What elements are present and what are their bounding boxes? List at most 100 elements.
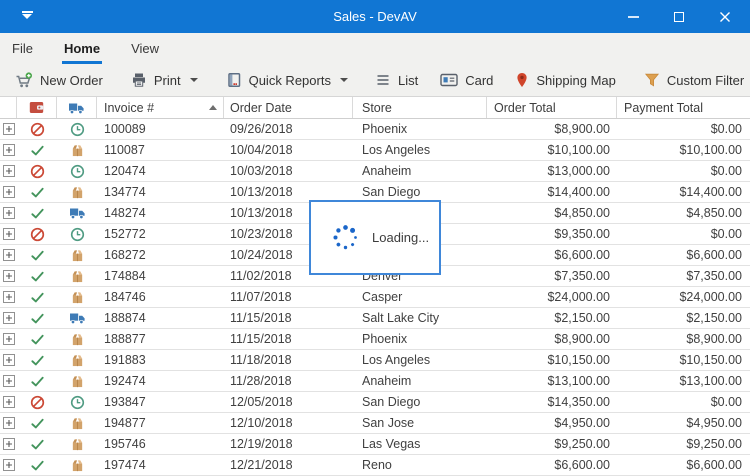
- cell-invoice: 197474: [97, 455, 224, 475]
- toolbar-button-label: Custom Filter: [667, 73, 744, 88]
- expand-row-button[interactable]: [3, 249, 15, 261]
- cell-order-total: $4,850.00: [487, 203, 617, 223]
- expand-row-button[interactable]: [3, 417, 15, 429]
- cell-expand: [0, 119, 17, 139]
- block-icon: [30, 122, 45, 137]
- cell-payment-status: [17, 224, 57, 244]
- toolbar-button-label: New Order: [40, 73, 103, 88]
- expand-row-button[interactable]: [3, 165, 15, 177]
- cell-store: San Diego: [353, 392, 487, 412]
- expand-row-button[interactable]: [3, 291, 15, 303]
- menu-item-view[interactable]: View: [129, 33, 161, 64]
- minimize-button[interactable]: [610, 0, 656, 33]
- expand-row-button[interactable]: [3, 354, 15, 366]
- column-header-label: Order Date: [230, 101, 292, 115]
- expand-row-button[interactable]: [3, 438, 15, 450]
- table-row[interactable]: 19747412/21/2018Reno$6,600.00$6,600.00: [0, 455, 750, 476]
- cell-expand: [0, 224, 17, 244]
- expand-row-button[interactable]: [3, 207, 15, 219]
- block-icon: [30, 227, 45, 242]
- expand-row-button[interactable]: [3, 123, 15, 135]
- close-button[interactable]: [702, 0, 748, 33]
- cell-expand: [0, 434, 17, 454]
- minimize-icon: [628, 16, 639, 18]
- expand-row-button[interactable]: [3, 270, 15, 282]
- cell-store: Los Angeles: [353, 350, 487, 370]
- clock-icon: [70, 395, 85, 410]
- header-invoice[interactable]: Invoice #: [97, 97, 224, 118]
- table-row[interactable]: 19574612/19/2018Las Vegas$9,250.00$9,250…: [0, 434, 750, 455]
- table-row[interactable]: 12047410/03/2018Anaheim$13,000.00$0.00: [0, 161, 750, 182]
- cell-order-date: 10/13/2018: [224, 182, 353, 202]
- maximize-icon: [674, 12, 684, 22]
- header-order-total[interactable]: Order Total: [487, 97, 617, 118]
- check-icon: [30, 332, 45, 347]
- expand-row-button[interactable]: [3, 396, 15, 408]
- clock-icon: [70, 164, 85, 179]
- cell-order-date: 10/03/2018: [224, 161, 353, 181]
- cell-payment-status: [17, 119, 57, 139]
- cell-shipping-status: [57, 266, 97, 286]
- cell-payment-status: [17, 161, 57, 181]
- column-header-label: Invoice #: [104, 101, 154, 115]
- header-expand-column[interactable]: [0, 97, 17, 118]
- expand-row-button[interactable]: [3, 375, 15, 387]
- table-row[interactable]: 18887411/15/2018Salt Lake City$2,150.00$…: [0, 308, 750, 329]
- cell-invoice: 184746: [97, 287, 224, 307]
- expand-row-button[interactable]: [3, 312, 15, 324]
- custom-filter-button[interactable]: Custom Filter: [633, 67, 750, 94]
- print-button[interactable]: Print: [120, 67, 209, 94]
- check-icon: [30, 248, 45, 263]
- cell-invoice: 192474: [97, 371, 224, 391]
- toolbar-button-label: List: [398, 73, 418, 88]
- table-row[interactable]: 10008909/26/2018Phoenix$8,900.00$0.00: [0, 119, 750, 140]
- maximize-button[interactable]: [656, 0, 702, 33]
- list-button[interactable]: List: [365, 67, 429, 94]
- expand-row-button[interactable]: [3, 186, 15, 198]
- check-icon: [30, 311, 45, 326]
- cell-expand: [0, 140, 17, 160]
- wallet-icon: [29, 101, 44, 114]
- box-icon: [70, 332, 85, 346]
- cell-payment-status: [17, 371, 57, 391]
- cell-store: Phoenix: [353, 119, 487, 139]
- header-order-date[interactable]: Order Date: [224, 97, 353, 118]
- cell-order-date: 10/04/2018: [224, 140, 353, 160]
- header-store[interactable]: Store: [353, 97, 487, 118]
- cell-store: Los Angeles: [353, 140, 487, 160]
- table-row[interactable]: 19487712/10/2018San Jose$4,950.00$4,950.…: [0, 413, 750, 434]
- cell-invoice: 148274: [97, 203, 224, 223]
- header-shipping-status[interactable]: [57, 97, 97, 118]
- card-button[interactable]: Card: [429, 67, 504, 94]
- box-icon: [70, 185, 85, 199]
- shipping-map-button[interactable]: Shipping Map: [504, 67, 627, 94]
- table-row[interactable]: 19247411/28/2018Anaheim$13,100.00$13,100…: [0, 371, 750, 392]
- table-row[interactable]: 18887711/15/2018Phoenix$8,900.00$8,900.0…: [0, 329, 750, 350]
- expand-row-button[interactable]: [3, 228, 15, 240]
- clock-icon: [70, 227, 85, 242]
- cell-expand: [0, 308, 17, 328]
- table-row[interactable]: 19384712/05/2018San Diego$14,350.00$0.00: [0, 392, 750, 413]
- cell-payment-status: [17, 182, 57, 202]
- header-payment-status[interactable]: [17, 97, 57, 118]
- new-order-button[interactable]: New Order: [4, 67, 114, 94]
- quick-reports-button[interactable]: Quick Reports: [215, 67, 359, 94]
- check-icon: [30, 353, 45, 368]
- expand-row-button[interactable]: [3, 144, 15, 156]
- header-payment-total[interactable]: Payment Total: [617, 97, 750, 118]
- table-row[interactable]: 19188311/18/2018Los Angeles$10,150.00$10…: [0, 350, 750, 371]
- cell-order-date: 12/10/2018: [224, 413, 353, 433]
- menu-item-home[interactable]: Home: [62, 33, 102, 64]
- menu-item-file[interactable]: File: [10, 33, 35, 64]
- cell-shipping-status: [57, 392, 97, 412]
- loading-panel: Loading...: [309, 200, 441, 275]
- expand-row-button[interactable]: [3, 333, 15, 345]
- menu-bar: File Home View: [0, 33, 750, 64]
- cell-shipping-status: [57, 161, 97, 181]
- expand-row-button[interactable]: [3, 459, 15, 471]
- truck-icon: [68, 101, 85, 115]
- cell-store: Phoenix: [353, 329, 487, 349]
- cell-payment-status: [17, 434, 57, 454]
- table-row[interactable]: 18474611/07/2018Casper$24,000.00$24,000.…: [0, 287, 750, 308]
- table-row[interactable]: 11008710/04/2018Los Angeles$10,100.00$10…: [0, 140, 750, 161]
